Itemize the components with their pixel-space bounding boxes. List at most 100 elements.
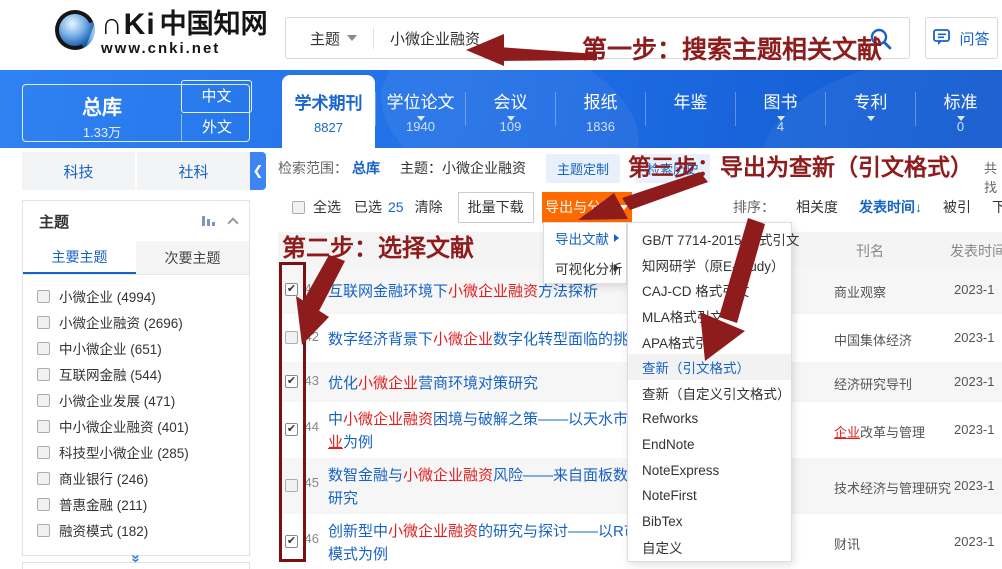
format-item[interactable]: 查新（自定义引文格式） <box>628 380 791 406</box>
topic-item[interactable]: 科技型小微企业 (285) <box>37 439 249 465</box>
topic-checkbox[interactable] <box>37 342 50 355</box>
journal-link[interactable]: 中国集体经济 <box>834 330 912 349</box>
resource-tab-学术期刊[interactable]: 学术期刊8827 <box>282 75 375 148</box>
topic-checkbox[interactable] <box>37 316 50 329</box>
format-item[interactable]: NoteFirst <box>628 483 791 509</box>
total-db-button[interactable]: 总库 1.33万 <box>23 85 181 141</box>
publish-date: 2023-1 <box>954 282 994 297</box>
sort-option-发表时间[interactable]: 发表时间↓ <box>859 197 922 217</box>
batch-download-button[interactable]: 批量下载 <box>458 192 534 223</box>
resource-tab-会议[interactable]: 会议109 <box>465 92 555 126</box>
resource-tab-专利[interactable]: 专利 <box>825 92 915 126</box>
sidebar-collapse-button[interactable]: ❮ <box>250 152 266 190</box>
select-all-checkbox[interactable] <box>292 201 305 214</box>
format-item[interactable]: 自定义 <box>628 534 791 560</box>
row-checkbox[interactable] <box>285 479 298 492</box>
topic-item[interactable]: 融资模式 (182) <box>37 517 249 543</box>
menu-item-可视化分析[interactable]: 可视化分析 <box>544 253 626 283</box>
article-title-link[interactable]: 中小微企业融资困境与破解之策——以天水市工 <box>328 408 643 429</box>
search-icon[interactable] <box>869 27 893 51</box>
format-item[interactable]: APA格式引文 <box>628 329 791 355</box>
resource-tab-学位论文[interactable]: 学位论文1940 <box>375 92 465 126</box>
tab-main-topics[interactable]: 主要主题 <box>23 241 136 274</box>
format-item[interactable]: Refworks <box>628 406 791 432</box>
chart-bars-icon[interactable] <box>202 216 215 226</box>
topic-checkbox[interactable] <box>37 446 50 459</box>
clear-button[interactable]: 清除 <box>415 197 443 217</box>
search-field-select[interactable]: 主题 <box>286 28 373 49</box>
topic-checkbox[interactable] <box>37 472 50 485</box>
topic-item[interactable]: 小微企业发展 (471) <box>37 387 249 413</box>
resource-tab-标准[interactable]: 标准0 <box>915 92 1002 126</box>
journal-link[interactable]: 经济研究导刊 <box>834 374 912 393</box>
sort-option-下载[interactable]: 下载 <box>992 197 1002 217</box>
tab-secondary-topics[interactable]: 次要主题 <box>136 241 249 274</box>
sidebar-tab-science[interactable]: 科技 <box>22 152 135 190</box>
article-title-link[interactable]: 模式为例 <box>328 543 388 564</box>
resource-tab-报纸[interactable]: 报纸1836 <box>555 92 645 126</box>
caret-down-icon <box>957 116 965 121</box>
scope-value[interactable]: 总库 <box>352 158 380 178</box>
row-checkbox[interactable]: ✔ <box>285 535 298 548</box>
logo-brand: ∩Ki <box>101 10 156 40</box>
cnki-logo[interactable]: ∩Ki 中国知网 www.cnki.net <box>55 10 268 57</box>
sort-option-相关度[interactable]: 相关度 <box>796 197 838 217</box>
article-title-link[interactable]: 业为例 <box>328 431 373 452</box>
article-title-link[interactable]: 数字经济背景下小微企业数字化转型面临的挑战 <box>328 328 643 349</box>
topic-checkbox[interactable] <box>37 290 50 303</box>
row-checkbox[interactable] <box>285 331 298 344</box>
format-item[interactable]: EndNote <box>628 432 791 458</box>
sort-option-被引[interactable]: 被引 <box>943 197 971 217</box>
journal-link[interactable]: 技术经济与管理研究 <box>834 478 951 497</box>
journal-link[interactable]: 企业改革与管理 <box>834 422 925 441</box>
format-item[interactable]: 知网研学（原E-Study） <box>628 252 791 278</box>
topic-checkbox[interactable] <box>37 524 50 537</box>
format-item[interactable]: BibTex <box>628 509 791 535</box>
article-title-link[interactable]: 优化小微企业营商环境对策研究 <box>328 372 538 393</box>
publish-date: 2023-1 <box>954 330 994 345</box>
resource-tab-年鉴[interactable]: 年鉴 <box>645 92 735 126</box>
topic-item[interactable]: 中小微企业融资 (401) <box>37 413 249 439</box>
topic-checkbox[interactable] <box>37 420 50 433</box>
format-item[interactable]: GB/T 7714-2015 格式引文 <box>628 226 791 252</box>
resource-tab-图书[interactable]: 图书4 <box>735 92 825 126</box>
select-all-label[interactable]: 全选 <box>313 197 341 217</box>
topic-item[interactable]: 互联网金融 (544) <box>37 361 249 387</box>
qa-button[interactable]: 问答 <box>925 17 998 59</box>
article-title-link[interactable]: 数智金融与小微企业融资风险——来自面板数据 <box>328 464 643 485</box>
format-item[interactable]: 查新（引文格式） <box>628 354 791 380</box>
chevron-up-icon[interactable] <box>227 217 238 228</box>
menu-item-导出文献[interactable]: 导出文献 <box>544 223 626 253</box>
publish-date: 2023-1 <box>954 374 994 389</box>
topic-checkbox[interactable] <box>37 368 50 381</box>
article-title-link[interactable]: 研究 <box>328 487 358 508</box>
title-text: 风险——来自面板数据 <box>493 467 643 484</box>
topic-checkbox[interactable] <box>37 498 50 511</box>
row-checkbox[interactable]: ✔ <box>285 283 298 296</box>
topic-custom-badge[interactable]: 主题定制 <box>546 154 620 183</box>
format-item[interactable]: NoteExpress <box>628 457 791 483</box>
topic-checkbox[interactable] <box>37 394 50 407</box>
topic-item[interactable]: 小微企业 (4994) <box>37 283 249 309</box>
article-title-link[interactable]: 创新型中小微企业融资的研究与探讨——以R市 <box>328 520 639 541</box>
topic-item[interactable]: 普惠金融 (211) <box>37 491 249 517</box>
journal-link[interactable]: 商业观察 <box>834 282 886 301</box>
lang-tab-chinese[interactable]: 中文 <box>181 80 252 113</box>
lang-tab-foreign[interactable]: 外文 <box>181 114 252 142</box>
search-input[interactable] <box>374 30 674 47</box>
export-analyze-button[interactable]: 导出与分析 <box>542 192 632 223</box>
row-checkbox[interactable]: ✔ <box>285 375 298 388</box>
qa-label: 问答 <box>959 28 989 49</box>
topic-item[interactable]: 商业银行 (246) <box>37 465 249 491</box>
row-checkbox[interactable]: ✔ <box>285 423 298 436</box>
topic-label: 融资模式 (182) <box>59 520 148 540</box>
format-item[interactable]: MLA格式引文 <box>628 303 791 329</box>
topic-item[interactable]: 小微企业融资 (2696) <box>37 309 249 335</box>
sidebar-tab-social[interactable]: 社科 <box>137 152 250 190</box>
topic-item[interactable]: 中小微企业 (651) <box>37 335 249 361</box>
topic-panel-title: 主题 <box>39 211 202 232</box>
format-item[interactable]: CAJ-CD 格式引文 <box>628 277 791 303</box>
title-text: 研究 <box>328 490 358 507</box>
search-history-badge[interactable]: 检索历史 <box>636 154 710 183</box>
journal-link[interactable]: 财讯 <box>834 534 860 553</box>
